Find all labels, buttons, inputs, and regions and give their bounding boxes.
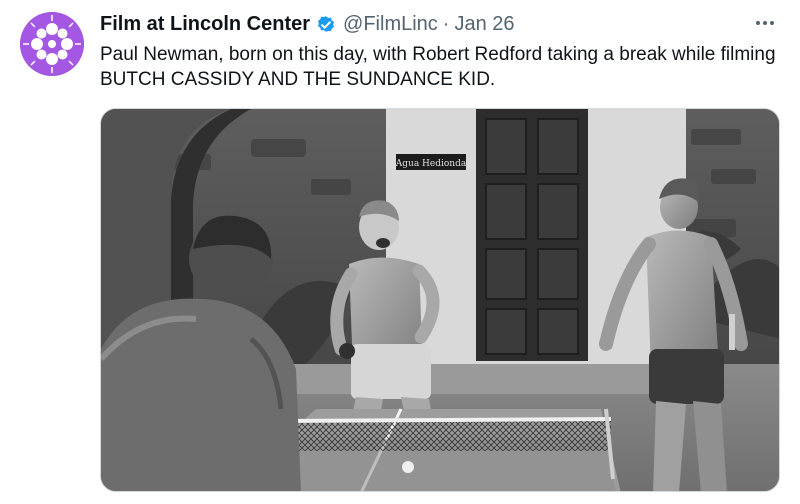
film-reel-logo-icon [20, 12, 84, 76]
header-separator: · [442, 12, 450, 35]
author-avatar[interactable] [20, 12, 84, 76]
ping-pong-photo-illustration: Agua Hedionda [101, 109, 779, 491]
tweet-text: Paul Newman, born on this day, with Robe… [100, 44, 776, 90]
door-sign-text: Agua Hedionda [395, 159, 467, 169]
tweet-photo[interactable]: Agua Hedionda [100, 108, 780, 492]
verified-badge-icon [315, 13, 337, 35]
tweet-date[interactable]: Jan 26 [454, 13, 514, 36]
more-options-button[interactable] [752, 10, 778, 36]
more-horizontal-icon [756, 21, 774, 25]
author-display-name[interactable]: Film at Lincoln Center [100, 13, 310, 36]
author-handle[interactable]: @FilmLinc [343, 13, 438, 36]
tweet-header: Film at Lincoln Center @FilmLinc · Jan 2… [100, 11, 515, 37]
